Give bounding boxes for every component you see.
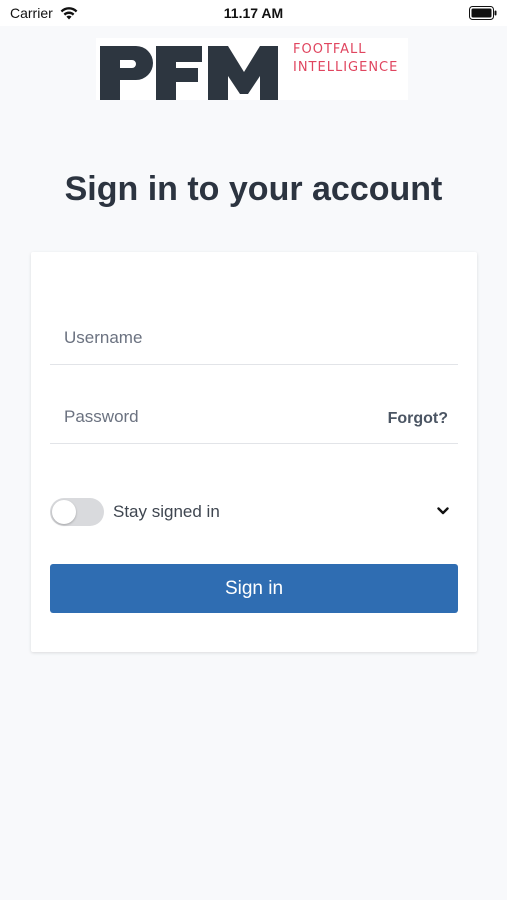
pfm-logo: FOOTFALL INTELLIGENCE	[96, 38, 408, 100]
logo-tagline-line1: FOOTFALL	[293, 42, 367, 57]
page-title: Sign in to your account	[64, 170, 443, 208]
pfm-logo-mark	[100, 46, 278, 100]
status-time: 11.17 AM	[223, 5, 284, 21]
login-card: Forgot? Stay signed in Sign in	[31, 252, 477, 652]
forgot-password-link[interactable]: Forgot?	[388, 410, 448, 428]
logo-tagline: FOOTFALL INTELLIGENCE	[293, 41, 398, 77]
sign-in-button[interactable]: Sign in	[50, 564, 458, 613]
battery-icon	[469, 6, 497, 20]
password-field-wrapper: Forgot?	[50, 394, 458, 444]
username-field-wrapper	[50, 315, 458, 365]
stay-signed-in-toggle[interactable]	[50, 498, 104, 526]
stay-signed-in-label: Stay signed in	[113, 502, 220, 521]
toggle-knob	[52, 500, 76, 524]
stay-signed-in-row: Stay signed in	[50, 498, 458, 526]
status-bar: Carrier 11.17 AM	[0, 0, 507, 26]
chevron-down-icon[interactable]	[436, 504, 450, 518]
logo-tagline-line2: INTELLIGENCE	[293, 60, 399, 75]
username-input[interactable]	[50, 315, 458, 361]
